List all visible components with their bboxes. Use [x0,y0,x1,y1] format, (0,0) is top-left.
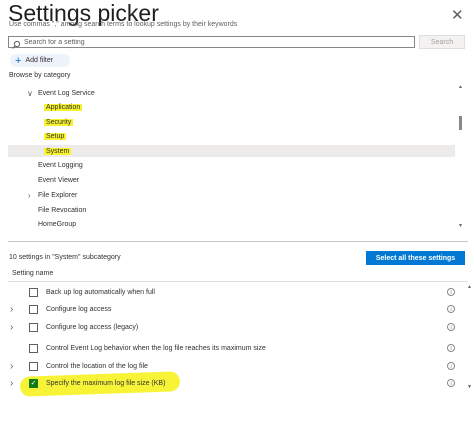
tree-item-file-revocation[interactable]: File Revocation [8,204,455,216]
add-filter-button[interactable]: + Add filter [10,54,70,67]
scrollbar-thumb[interactable] [459,116,462,130]
section-divider [8,241,468,242]
tree-item-setup[interactable]: Setup [8,130,455,142]
search-button[interactable]: Search [419,35,465,49]
tree-item-event-logging[interactable]: Event Logging [8,159,455,171]
setting-label: Control Event Log behavior when the log … [46,345,266,352]
tree-item-application[interactable]: Application [8,101,455,113]
tree-scrollbar[interactable]: ▲ ▼ [457,84,464,230]
table-row: › Configure log access (legacy) i [8,321,468,337]
table-row: › Control the location of the log file i [8,360,468,376]
header-divider [8,281,468,282]
row-checkbox[interactable] [29,288,38,297]
tree-item-homegroup[interactable]: HomeGroup [8,218,455,230]
tree-item-label: Event Viewer [38,176,80,184]
scroll-down-icon[interactable]: ▼ [467,384,472,390]
info-icon[interactable]: i [447,288,455,296]
table-row: Back up log automatically when full i [8,286,468,302]
tree-item-security[interactable]: Security [8,116,455,128]
plus-icon: + [15,54,22,67]
category-tree: ∨ Event Log Service Application Security… [8,84,455,230]
info-icon[interactable]: i [447,362,455,370]
row-checkbox[interactable] [29,323,38,332]
scroll-down-icon[interactable]: ▼ [458,223,463,229]
close-icon[interactable]: ✕ [451,6,464,24]
chevron-right-icon[interactable]: › [10,361,13,372]
info-icon[interactable]: i [447,323,455,331]
tree-item-label: System [44,147,72,155]
tree-item-label: File Explorer [38,191,78,199]
setting-label: Configure log access [46,306,112,313]
search-box [8,36,415,49]
select-all-button[interactable]: Select all these settings [366,251,465,265]
tree-item-label: Application [44,103,83,111]
info-icon[interactable]: i [447,344,455,352]
checkmark-icon: ✓ [30,380,37,387]
row-checkbox[interactable] [29,305,38,314]
setting-label: Back up log automatically when full [46,289,155,296]
scroll-up-icon[interactable]: ▲ [467,284,472,290]
setting-label: Specify the maximum log file size (KB) [46,380,166,387]
tree-item-label: Event Logging [38,161,83,169]
info-icon[interactable]: i [447,305,455,313]
table-row: Control Event Log behavior when the log … [8,342,468,358]
tree-item-label: Event Log Service [38,89,95,97]
setting-label: Configure log access (legacy) [46,324,139,331]
row-checkbox-checked[interactable]: ✓ [29,379,38,388]
scroll-up-icon[interactable]: ▲ [458,84,463,90]
browse-heading: Browse by category [9,72,71,79]
search-icon [11,37,21,49]
add-filter-label: Add filter [25,57,54,64]
search-input[interactable] [21,37,404,47]
tree-item-label: File Revocation [38,206,87,214]
tree-item-label: Setup [44,132,67,140]
row-checkbox[interactable] [29,344,38,353]
results-scrollbar[interactable]: ▲ ▼ [467,284,472,394]
table-row: › Configure log access i [8,303,468,319]
info-icon[interactable]: i [447,379,455,387]
page-subtitle: Use commas "," among search terms to loo… [9,21,238,28]
chevron-down-icon[interactable]: ∨ [27,89,33,98]
chevron-right-icon[interactable]: › [10,322,13,333]
column-header-setting-name[interactable]: Setting name [12,270,53,277]
tree-item-system[interactable]: System [8,145,455,157]
tree-item-label: HomeGroup [38,220,77,228]
chevron-right-icon[interactable]: › [10,304,13,315]
settings-count: 10 settings in "System" subcategory [9,254,121,261]
tree-item-event-log-service[interactable]: ∨ Event Log Service [8,87,455,99]
tree-item-file-explorer[interactable]: › File Explorer [8,189,455,201]
chevron-right-icon[interactable]: › [10,378,13,389]
tree-item-label: Security [44,118,74,126]
chevron-right-icon[interactable]: › [28,191,31,200]
row-checkbox[interactable] [29,362,38,371]
setting-label: Control the location of the log file [46,363,148,370]
table-row: › ✓ Specify the maximum log file size (K… [8,377,468,393]
tree-item-event-viewer[interactable]: Event Viewer [8,174,455,186]
